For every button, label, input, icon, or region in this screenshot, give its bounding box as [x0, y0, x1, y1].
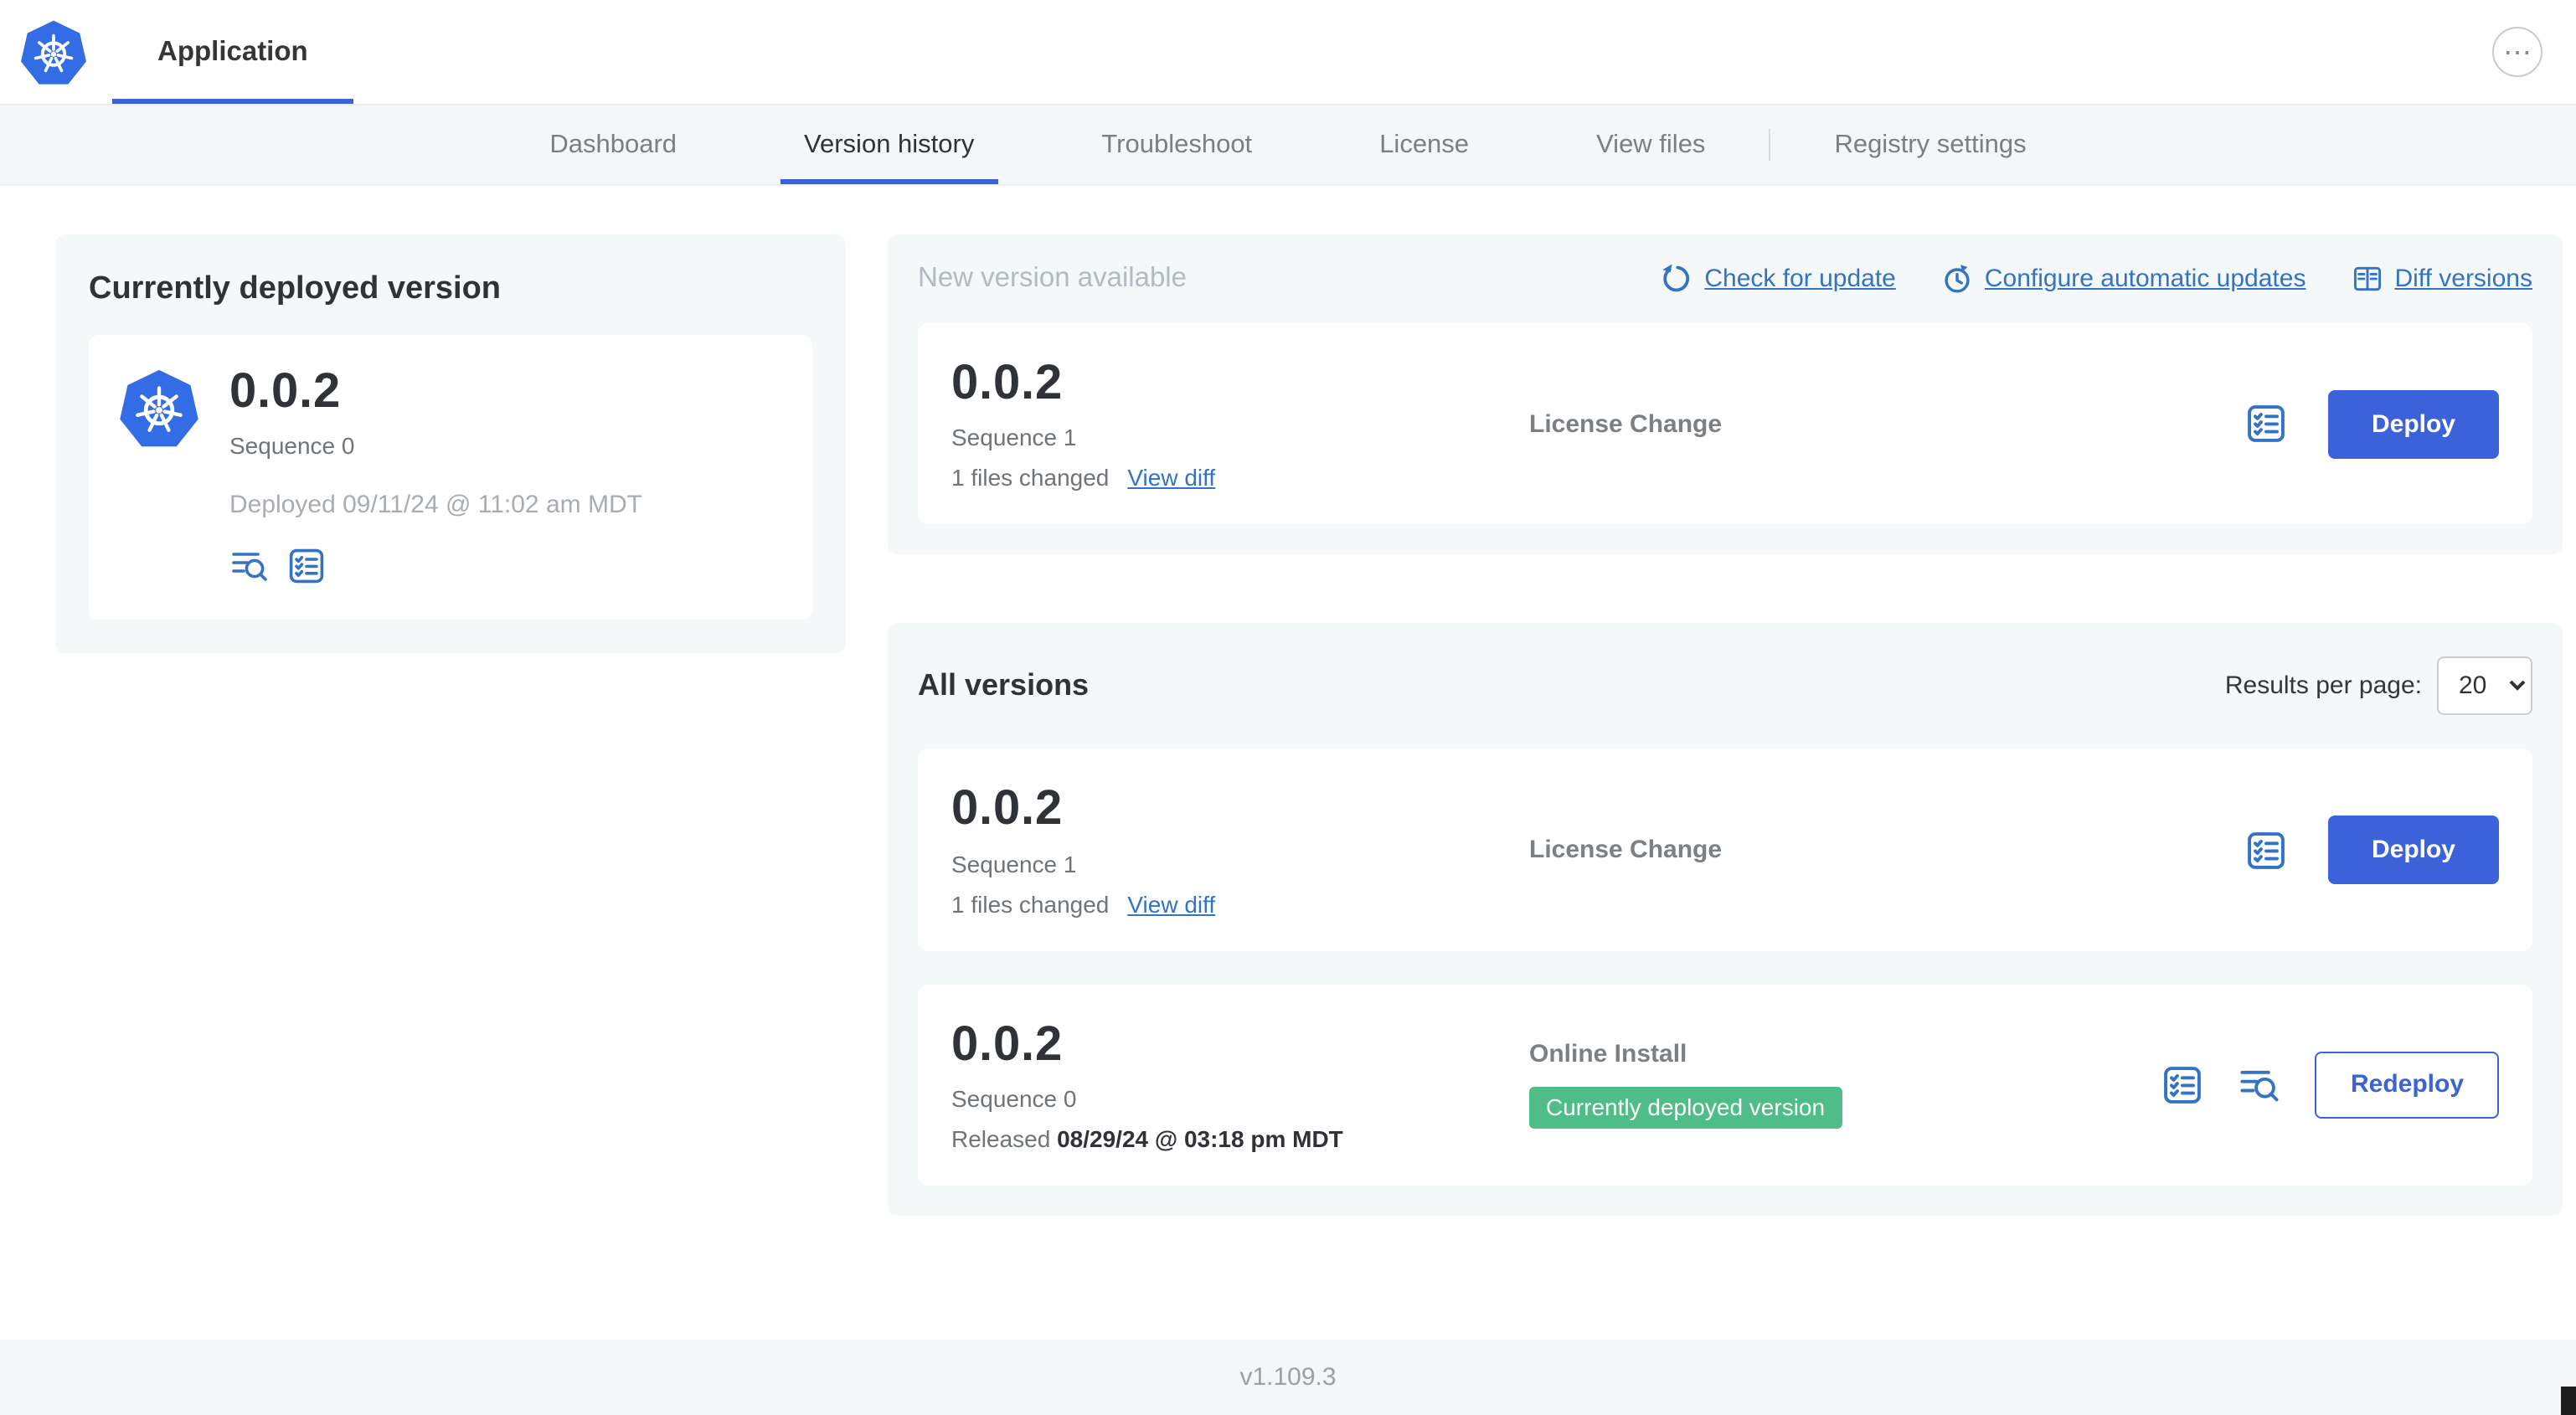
currently-deployed-card: Currently deployed version 0.0.2 Sequenc… [55, 234, 846, 654]
preflight-checks-icon[interactable] [2244, 402, 2288, 445]
scrollbar-artifact [2561, 1387, 2576, 1415]
current-deployed-date: Deployed 09/11/24 @ 11:02 am MDT [229, 491, 642, 520]
schedule-icon [1941, 263, 1973, 295]
currently-deployed-title: Currently deployed version [89, 271, 502, 306]
app-subnav: Dashboard Version history Troubleshoot L… [0, 105, 2576, 186]
refresh-icon [1661, 263, 1692, 295]
preflight-checks-icon[interactable] [2244, 828, 2288, 872]
tab-dashboard[interactable]: Dashboard [526, 105, 700, 184]
more-options-button[interactable]: ⋯ [2492, 27, 2543, 77]
tab-application[interactable]: Application [112, 0, 353, 104]
released-date: 08/29/24 @ 03:18 pm MDT [1057, 1125, 1343, 1153]
version-source: Online Install Currently deployed versio… [1529, 1041, 2161, 1129]
kubernetes-logo-icon [20, 17, 87, 89]
change-type-label: License Change [1529, 836, 1723, 865]
app-tab-label: Application [157, 36, 308, 66]
version-info: 0.0.2 Sequence 1 1 files changed View di… [951, 783, 1529, 918]
version-row: 0.0.2 Sequence 1 1 files changed View di… [918, 749, 2532, 951]
main-content: Currently deployed version 0.0.2 Sequenc… [0, 186, 2576, 1340]
sequence-label: Sequence 1 [951, 850, 1077, 877]
version-source: License Change [1529, 409, 2244, 438]
results-per-page: Results per page: 20 [2224, 656, 2532, 716]
change-type-label: Online Install [1529, 1040, 1687, 1069]
version-row-actions: Redeploy [2161, 1051, 2499, 1119]
sequence-label: Sequence 1 [951, 424, 1077, 451]
change-type-label: License Change [1529, 409, 1723, 439]
version-source: License Change [1529, 836, 2244, 864]
version-info: 0.0.2 Sequence 1 1 files changed View di… [951, 357, 1529, 491]
right-column: New version available Check for update C… [888, 234, 2563, 1217]
released-label: Released [951, 1125, 1051, 1153]
current-version-actions [229, 547, 642, 587]
new-version-card-header: New version available Check for update C… [918, 263, 2532, 295]
version-info: 0.0.2 Sequence 0 Released 08/29/24 @ 03:… [951, 1017, 1529, 1152]
current-sequence-label: Sequence 0 [229, 432, 355, 460]
view-logs-icon[interactable] [229, 547, 270, 587]
app-icon [119, 365, 199, 452]
all-versions-list: 0.0.2 Sequence 1 1 files changed View di… [918, 749, 2532, 1186]
view-logs-icon[interactable] [2239, 1063, 2282, 1107]
current-version-number: 0.0.2 [229, 365, 341, 419]
view-diff-link[interactable]: View diff [1127, 890, 1215, 917]
tab-registry-settings[interactable]: Registry settings [1811, 105, 2049, 184]
nav-divider [1769, 129, 1771, 161]
new-version-card: New version available Check for update C… [888, 234, 2563, 555]
new-version-row: 0.0.2 Sequence 1 1 files changed View di… [918, 323, 2532, 525]
deploy-button[interactable]: Deploy [2327, 816, 2499, 885]
results-per-page-label: Results per page: [2224, 671, 2422, 701]
version-row-actions: Deploy [2244, 389, 2499, 459]
all-versions-card: All versions Results per page: 20 0.0.2 … [888, 623, 2563, 1217]
all-versions-header: All versions Results per page: 20 [918, 656, 2532, 716]
tab-view-files[interactable]: View files [1573, 105, 1728, 184]
new-version-title: New version available [918, 263, 1187, 293]
version-number: 0.0.2 [951, 1017, 1063, 1072]
footer: v1.109.3 [0, 1340, 2576, 1415]
diff-versions-link[interactable]: Diff versions [2351, 263, 2532, 295]
version-row-actions: Deploy [2244, 816, 2499, 885]
version-actions: Check for update Configure automatic upd… [1661, 263, 2532, 295]
all-versions-title: All versions [918, 668, 1090, 702]
check-for-update-link[interactable]: Check for update [1661, 263, 1896, 295]
diff-icon [2351, 263, 2383, 295]
tab-license[interactable]: License [1356, 105, 1492, 184]
console-version: v1.109.3 [1239, 1363, 1337, 1392]
view-diff-link[interactable]: View diff [1127, 465, 1215, 491]
version-number: 0.0.2 [951, 782, 1063, 836]
files-changed-label: 1 files changed [951, 464, 1110, 491]
tab-version-history[interactable]: Version history [781, 105, 997, 184]
app-root: Application ⋯ Dashboard Version history … [0, 0, 2576, 1415]
preflight-checks-icon[interactable] [2161, 1063, 2205, 1107]
current-version-tile: 0.0.2 Sequence 0 Deployed 09/11/24 @ 11:… [89, 335, 812, 620]
version-number: 0.0.2 [951, 357, 1063, 410]
files-changed-label: 1 files changed [951, 890, 1110, 918]
preflight-checks-icon[interactable] [286, 547, 327, 587]
results-per-page-select[interactable]: 20 [2437, 656, 2532, 716]
deploy-button[interactable]: Deploy [2327, 389, 2499, 459]
sequence-label: Sequence 0 [951, 1085, 1077, 1113]
redeploy-button[interactable]: Redeploy [2315, 1051, 2499, 1119]
configure-automatic-updates-link[interactable]: Configure automatic updates [1941, 263, 2306, 295]
ellipsis-icon: ⋯ [2503, 36, 2532, 68]
version-row: 0.0.2 Sequence 0 Released 08/29/24 @ 03:… [918, 984, 2532, 1186]
tab-troubleshoot[interactable]: Troubleshoot [1078, 105, 1275, 184]
currently-deployed-badge: Currently deployed version [1529, 1087, 1842, 1129]
top-header: Application ⋯ [0, 0, 2576, 105]
